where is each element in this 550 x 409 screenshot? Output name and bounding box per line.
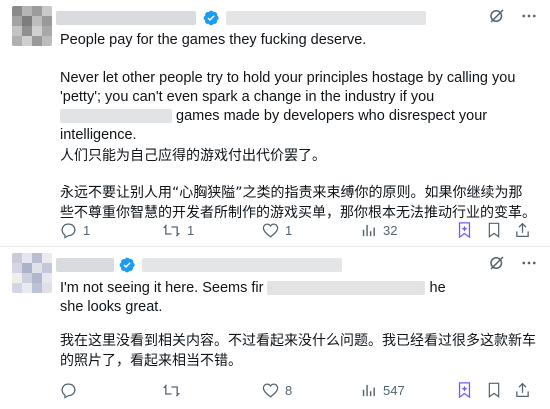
tweet-text-zh-line1: 人们只能为自己应得的游戏付出代价罢了。 (60, 148, 326, 164)
tweet-text-en-line1: I'm not seeing it here. Seems fir he (60, 279, 536, 298)
bookmark-icon (488, 222, 500, 238)
tweet-text-en-para2: Never let other people try to hold your … (60, 69, 536, 145)
avatar[interactable] (12, 253, 52, 293)
more-icon[interactable] (520, 7, 538, 30)
grok-icon[interactable] (488, 254, 506, 277)
retweet-icon (163, 223, 180, 237)
like-count: 1 (285, 222, 293, 238)
views-count: 32 (383, 222, 398, 238)
views-count: 547 (383, 382, 405, 398)
action-bar: 1 1 1 32 (60, 220, 536, 240)
like-button[interactable]: 8 (262, 380, 292, 400)
sparkle-bookmark-icon (458, 382, 471, 399)
tweet-text-en-part1: I'm not seeing it here. Seems fir (60, 280, 264, 296)
like-button[interactable]: 1 (262, 220, 292, 240)
avatar[interactable] (12, 6, 52, 46)
verified-icon (203, 10, 219, 26)
handle-redacted[interactable] (142, 258, 342, 272)
redacted-text (60, 109, 172, 124)
share-button[interactable] (514, 380, 531, 400)
share-icon (516, 222, 529, 238)
redacted-text (267, 281, 426, 296)
tweet-1[interactable]: People pay for the games they fucking de… (0, 0, 550, 246)
grok-bookmark-button[interactable] (456, 380, 473, 400)
handle-redacted[interactable] (226, 11, 426, 25)
display-name-redacted[interactable] (56, 11, 196, 25)
tweet-text-en-line1: People pay for the games they fucking de… (60, 32, 367, 48)
grok-bookmark-button[interactable] (456, 220, 473, 240)
tweet-text-zh: 我在这里没看到相关内容。不过看起来没什么问题。我已经看过很多这款新车的照片了，看… (60, 333, 536, 369)
like-count: 8 (285, 382, 293, 398)
tweet-2[interactable]: I'm not seeing it here. Seems fir he she… (0, 247, 550, 409)
like-icon (262, 382, 279, 398)
views-button[interactable]: 547 (360, 380, 405, 400)
display-name-redacted[interactable] (56, 258, 114, 272)
retweet-icon (163, 383, 180, 397)
bookmark-button[interactable] (486, 380, 502, 400)
sparkle-bookmark-icon (458, 222, 471, 239)
tweet-header (56, 8, 538, 28)
share-button[interactable] (514, 220, 531, 240)
reply-button[interactable] (60, 380, 83, 400)
tweet-text-en-line2: she looks great. (60, 299, 163, 315)
more-icon[interactable] (520, 254, 538, 277)
tweet-text-en-part2: he (429, 280, 446, 296)
views-button[interactable]: 32 (360, 220, 397, 240)
reply-icon (61, 222, 76, 239)
tweet-text: I'm not seeing it here. Seems fir he she… (60, 279, 536, 371)
share-icon (516, 382, 529, 398)
retweet-button[interactable] (162, 380, 187, 400)
reply-button[interactable]: 1 (60, 220, 90, 240)
reply-count: 1 (83, 222, 91, 238)
retweet-count: 1 (187, 222, 195, 238)
views-icon (362, 224, 375, 236)
tweet-text-zh-para2: 永远不要让别人用“心胸狭隘”之类的指责来束缚你的原则。如果你继续为那些不尊重你智… (60, 185, 536, 221)
views-icon (362, 384, 375, 396)
tweet-text: People pay for the games they fucking de… (60, 31, 536, 223)
action-bar: 8 547 (60, 380, 536, 400)
tweet-header (56, 255, 538, 275)
grok-icon[interactable] (488, 7, 506, 30)
tweet-text-en-para2-part1: Never let other people try to hold your … (60, 70, 516, 105)
like-icon (262, 222, 279, 238)
bookmark-icon (488, 382, 500, 398)
reply-icon (61, 382, 76, 399)
retweet-button[interactable]: 1 (162, 220, 194, 240)
verified-icon (119, 257, 135, 273)
bookmark-button[interactable] (486, 220, 502, 240)
